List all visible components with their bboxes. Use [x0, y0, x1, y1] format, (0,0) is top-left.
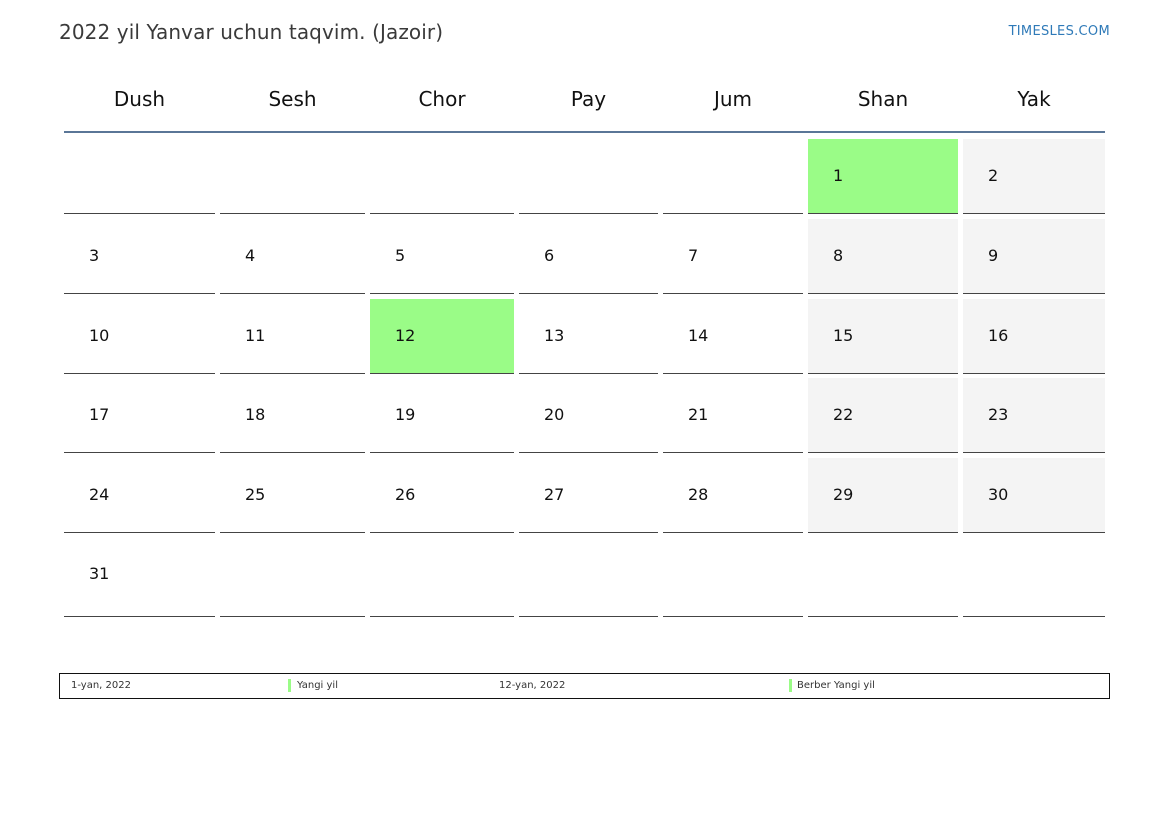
day-cell[interactable]: 1 — [808, 139, 958, 214]
day-cell[interactable]: 19 — [370, 378, 514, 453]
day-number: 21 — [688, 405, 709, 424]
page-title: 2022 yil Yanvar uchun taqvim. (Jazoir) — [59, 20, 444, 44]
day-cell[interactable]: 31 — [64, 537, 215, 617]
day-number: 17 — [89, 405, 110, 424]
day-number: 28 — [688, 485, 709, 504]
weekday-label: Shan — [857, 87, 909, 111]
day-number: 20 — [544, 405, 565, 424]
day-cell[interactable]: 17 — [64, 378, 215, 453]
empty-day-cell — [220, 139, 365, 214]
day-number: 15 — [833, 326, 854, 345]
day-number: 24 — [89, 485, 110, 504]
holiday-legend: 1-yan, 2022 Yangi yil 12-yan, 2022 Berbe… — [59, 673, 1110, 699]
day-cell[interactable]: 10 — [64, 299, 215, 374]
brand-link[interactable]: TIMESLES.COM — [1009, 24, 1110, 39]
day-cell[interactable]: 26 — [370, 458, 514, 533]
day-number: 11 — [245, 326, 266, 345]
day-number: 16 — [988, 326, 1009, 345]
empty-day-cell — [663, 537, 803, 617]
day-number: 25 — [245, 485, 266, 504]
day-cell[interactable]: 5 — [370, 219, 514, 294]
day-number: 26 — [395, 485, 416, 504]
day-number: 5 — [395, 246, 406, 265]
day-cell[interactable]: 23 — [963, 378, 1105, 453]
day-number: 29 — [833, 485, 854, 504]
day-number: 10 — [89, 326, 110, 345]
day-cell[interactable]: 9 — [963, 219, 1105, 294]
day-cell[interactable]: 22 — [808, 378, 958, 453]
legend-color-marker — [288, 679, 291, 692]
day-cell[interactable]: 8 — [808, 219, 958, 294]
day-number: 14 — [688, 326, 709, 345]
day-number: 19 — [395, 405, 416, 424]
day-cell[interactable]: 6 — [519, 219, 658, 294]
day-number: 8 — [833, 246, 844, 265]
day-cell[interactable]: 14 — [663, 299, 803, 374]
legend-date-1: 1-yan, 2022 — [71, 680, 131, 691]
legend-date-2: 12-yan, 2022 — [499, 680, 566, 691]
day-cell[interactable]: 24 — [64, 458, 215, 533]
day-number: 6 — [544, 246, 555, 265]
empty-day-cell — [519, 537, 658, 617]
empty-day-cell — [808, 537, 958, 617]
day-number: 31 — [89, 564, 110, 583]
day-number: 23 — [988, 405, 1009, 424]
legend-holiday-1: Yangi yil — [297, 680, 338, 691]
calendar: Dush Sesh Chor Pay Jum Shan Yak 1 2 3 4 5 6 7 8 9 10 11 1… — [64, 70, 1105, 663]
weekday-label: Jum — [713, 87, 753, 111]
day-cell[interactable]: 4 — [220, 219, 365, 294]
day-number: 12 — [395, 326, 416, 345]
calendar-grid: 1 2 3 4 5 6 7 8 9 10 11 12 13 14 15 16 17 18 19 20 21 22 23 24 2… — [64, 133, 1105, 663]
day-number: 1 — [833, 166, 844, 185]
day-cell[interactable]: 20 — [519, 378, 658, 453]
weekday-header: Dush Sesh Chor Pay Jum Shan Yak — [64, 70, 1105, 133]
empty-day-cell — [963, 537, 1105, 617]
day-number: 7 — [688, 246, 699, 265]
day-cell[interactable]: 16 — [963, 299, 1105, 374]
empty-day-cell — [370, 139, 514, 214]
day-cell[interactable]: 25 — [220, 458, 365, 533]
day-cell[interactable]: 30 — [963, 458, 1105, 533]
weekday-label: Chor — [418, 87, 466, 111]
day-number: 22 — [833, 405, 854, 424]
day-cell[interactable]: 18 — [220, 378, 365, 453]
day-cell[interactable]: 12 — [370, 299, 514, 374]
day-cell[interactable]: 28 — [663, 458, 803, 533]
weekday-label: Yak — [1017, 87, 1051, 111]
empty-day-cell — [519, 139, 658, 214]
day-cell[interactable]: 2 — [963, 139, 1105, 214]
day-cell[interactable]: 11 — [220, 299, 365, 374]
day-number: 3 — [89, 246, 100, 265]
day-number: 30 — [988, 485, 1009, 504]
weekday-label: Pay — [570, 87, 607, 111]
day-cell[interactable]: 3 — [64, 219, 215, 294]
day-number: 13 — [544, 326, 565, 345]
day-number: 9 — [988, 246, 999, 265]
legend-color-marker — [789, 679, 792, 692]
day-number: 4 — [245, 246, 256, 265]
day-cell[interactable]: 15 — [808, 299, 958, 374]
day-cell[interactable]: 29 — [808, 458, 958, 533]
empty-day-cell — [220, 537, 365, 617]
empty-day-cell — [663, 139, 803, 214]
day-number: 27 — [544, 485, 565, 504]
weekday-label: Dush — [113, 87, 166, 111]
day-number: 2 — [988, 166, 999, 185]
empty-day-cell — [370, 537, 514, 617]
legend-holiday-2: Berber Yangi yil — [797, 680, 875, 691]
day-cell[interactable]: 27 — [519, 458, 658, 533]
empty-day-cell — [64, 139, 215, 214]
day-cell[interactable]: 21 — [663, 378, 803, 453]
day-number: 18 — [245, 405, 266, 424]
day-cell[interactable]: 7 — [663, 219, 803, 294]
day-cell[interactable]: 13 — [519, 299, 658, 374]
weekday-label: Sesh — [268, 87, 317, 111]
